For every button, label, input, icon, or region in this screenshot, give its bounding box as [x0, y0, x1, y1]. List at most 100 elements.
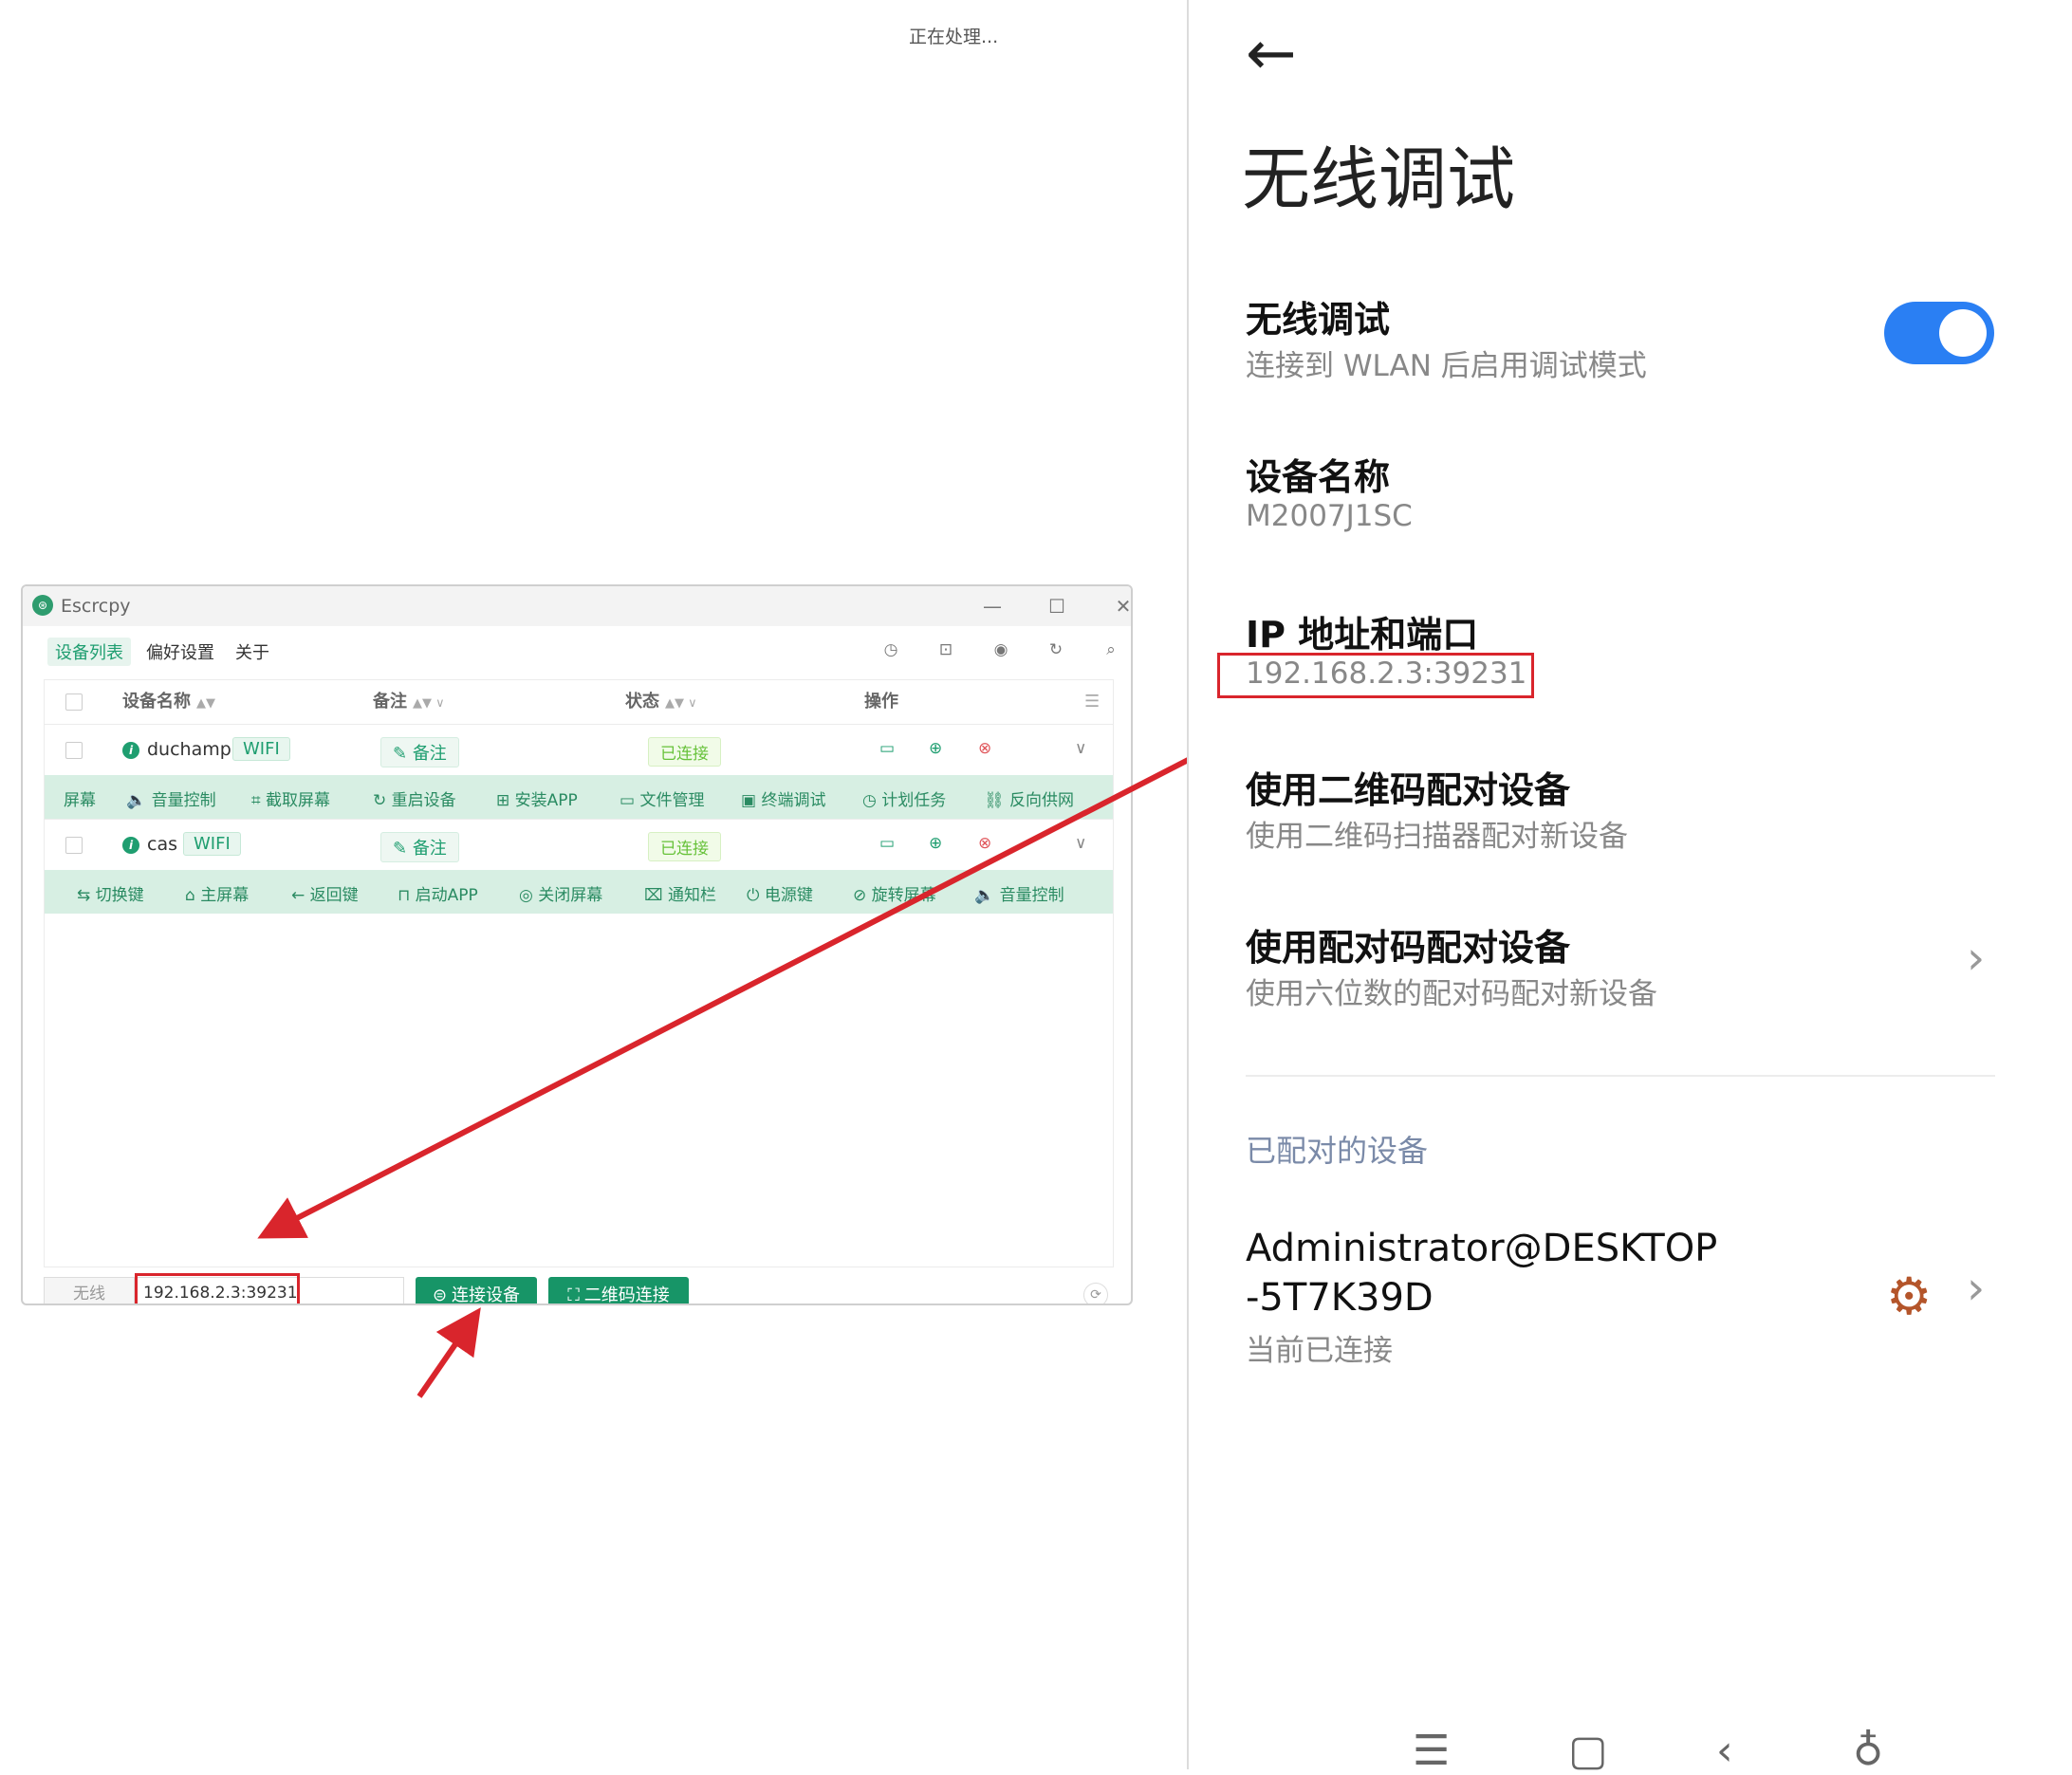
- refresh-icon[interactable]: ↻: [1045, 639, 1066, 660]
- expand-chevron-icon[interactable]: ∨: [1075, 834, 1086, 853]
- toggle-knob: [1939, 309, 1987, 357]
- ip-input[interactable]: [135, 1277, 404, 1304]
- processing-text: 正在处理...: [909, 27, 999, 47]
- select-all-checkbox[interactable]: [65, 693, 83, 711]
- action-terminal[interactable]: ▣ 终端调试: [741, 786, 825, 810]
- tab-about[interactable]: 关于: [228, 638, 277, 666]
- home-nav-icon[interactable]: ▢: [1568, 1727, 1608, 1775]
- info-icon: i: [122, 837, 139, 854]
- minimize-button[interactable]: —: [971, 590, 1013, 622]
- action-file-manager[interactable]: ▭ 文件管理: [620, 786, 704, 810]
- action-back[interactable]: ← 返回键: [291, 881, 359, 905]
- status-badge: 已连接: [648, 737, 721, 767]
- action-screen[interactable]: 屏幕: [64, 786, 96, 810]
- device-table: 设备名称 ▲▼ 备注 ▲▼ ∨ 状态 ▲▼ ∨ 操作 ☰ i duchamp WIFI…: [44, 679, 1114, 1267]
- row-checkbox[interactable]: [65, 742, 83, 759]
- wireless-debug-title: 无线调试: [1246, 299, 1391, 341]
- history-icon[interactable]: ◷: [880, 639, 901, 660]
- back-arrow-icon[interactable]: ←: [1246, 19, 1297, 89]
- action-volume[interactable]: 🔈 音量控制: [126, 786, 216, 810]
- chevron-right-icon[interactable]: ›: [1967, 932, 1985, 985]
- row-checkbox[interactable]: [65, 837, 83, 854]
- connect-device-button[interactable]: ⊜ 连接设备: [416, 1277, 537, 1304]
- remark-button[interactable]: ✎ 备注: [380, 832, 459, 862]
- status-badge: 已连接: [648, 832, 721, 861]
- paired-device-name-line1: Administrator@DESKTOP: [1246, 1227, 1718, 1270]
- add-icon[interactable]: ⊕: [929, 739, 942, 758]
- action-reboot[interactable]: ↻ 重启设备: [373, 786, 456, 810]
- maximize-button[interactable]: ☐: [1036, 590, 1078, 622]
- code-pair-title[interactable]: 使用配对码配对设备: [1246, 918, 1570, 971]
- device-action-bar: 屏幕 🔈 音量控制 ⌗ 截取屏幕 ↻ 重启设备 ⊞ 安装APP ▭ 文件管理 ▣…: [45, 775, 1113, 819]
- close-button[interactable]: ✕: [1102, 590, 1131, 622]
- mirror-icon[interactable]: ▭: [879, 739, 895, 758]
- action-install-app[interactable]: ⊞ 安装APP: [496, 786, 578, 810]
- disconnect-icon[interactable]: ⊗: [978, 834, 991, 853]
- action-power[interactable]: ⏻ 电源键: [747, 881, 813, 905]
- refresh-icon[interactable]: ⟳: [1083, 1283, 1108, 1304]
- paired-device-status: 当前已连接: [1246, 1334, 1393, 1368]
- device-name: cas: [147, 834, 177, 855]
- connect-bar: 无线 ⊜ 连接设备 ⛶ 二维码连接 ⟳: [23, 1267, 1131, 1304]
- device-type-tag: WIFI: [232, 737, 290, 761]
- paired-device-name[interactable]: Administrator@DESKTOP -5T7K39D: [1246, 1224, 1758, 1322]
- tab-preferences[interactable]: 偏好设置: [139, 638, 222, 666]
- assistant-nav-icon[interactable]: ♁: [1853, 1727, 1883, 1775]
- column-header-remark[interactable]: 备注 ▲▼ ∨: [373, 680, 445, 724]
- device-action-bar: ⇆ 切换键 ⌂ 主屏幕 ← 返回键 ⊓ 启动APP ◎ 关闭屏幕 ⌧ 通知栏 ⏻…: [45, 870, 1113, 914]
- device-name-title: 设备名称: [1246, 456, 1391, 498]
- action-screenshot[interactable]: ⌗ 截取屏幕: [251, 786, 330, 810]
- phone-settings-panel: ← 无线调试 无线调试 连接到 WLAN 后启用调试模式 设备名称 M2007J…: [1189, 0, 2072, 1775]
- paired-devices-header: 已配对的设备: [1246, 1133, 1429, 1169]
- action-rotate[interactable]: ⊘ 旋转屏幕: [853, 881, 936, 905]
- action-volume[interactable]: 🔈 音量控制: [974, 881, 1064, 905]
- escrcpy-window: ⊛ Escrcpy — ☐ ✕ 设备列表 偏好设置 关于 ◷ ⊡ ◉ ↻ ⌕ 设…: [21, 584, 1133, 1305]
- remark-button[interactable]: ✎ 备注: [380, 737, 459, 767]
- device-name-value: M2007J1SC: [1246, 499, 1413, 533]
- qr-pair-subtitle: 使用二维码扫描器配对新设备: [1246, 820, 1628, 854]
- action-screen-off[interactable]: ◎ 关闭屏幕: [519, 881, 602, 905]
- annotation-arrow-connect: [416, 1307, 481, 1398]
- divider-line: [1246, 1075, 1995, 1077]
- gear-icon[interactable]: ⚙: [1886, 1267, 1932, 1326]
- ip-port-title: IP 地址和端口: [1246, 614, 1479, 656]
- paired-device-name-line2: -5T7K39D: [1246, 1276, 1434, 1320]
- table-row: i cas WIFI ✎ 备注 已连接 ▭ ⊕ ⊗ ∨: [45, 819, 1113, 871]
- search-icon[interactable]: ⌕: [1101, 639, 1121, 660]
- tab-device-list[interactable]: 设备列表: [47, 638, 131, 666]
- back-nav-icon[interactable]: ‹: [1716, 1727, 1733, 1775]
- disconnect-icon[interactable]: ⊗: [978, 739, 991, 758]
- device-type-tag: WIFI: [183, 832, 241, 856]
- action-schedule[interactable]: ◷ 计划任务: [862, 786, 946, 810]
- ip-highlight-box: [1217, 653, 1534, 698]
- menu-nav-icon[interactable]: ☰: [1413, 1727, 1450, 1775]
- qr-connect-button[interactable]: ⛶ 二维码连接: [548, 1277, 689, 1304]
- action-reverse-tether[interactable]: ⛓ 反向供网: [984, 786, 1074, 810]
- action-launch-app[interactable]: ⊓ 启动APP: [398, 881, 478, 905]
- table-row: i duchamp WIFI ✎ 备注 已连接 ▭ ⊕ ⊗ ∨: [45, 724, 1113, 776]
- chevron-right-icon[interactable]: ›: [1967, 1262, 1985, 1315]
- column-header-name[interactable]: 设备名称 ▲▼: [122, 680, 215, 724]
- device-name: duchamp: [147, 739, 231, 760]
- wireless-debug-toggle[interactable]: [1884, 302, 1994, 364]
- eye-icon[interactable]: ◉: [990, 639, 1011, 660]
- menu-bar: 设备列表 偏好设置 关于 ◷ ⊡ ◉ ↻ ⌕: [23, 626, 1131, 672]
- column-header-status[interactable]: 状态 ▲▼ ∨: [625, 680, 697, 724]
- connection-mode-label: 无线: [44, 1277, 135, 1304]
- action-switch-key[interactable]: ⇆ 切换键: [77, 881, 144, 905]
- app-logo-icon: ⊛: [32, 595, 53, 616]
- mirror-icon[interactable]: ▭: [879, 834, 895, 853]
- action-home[interactable]: ⌂ 主屏幕: [185, 881, 249, 905]
- page-title: 无线调试: [1242, 139, 1516, 219]
- column-settings-icon[interactable]: ☰: [1084, 680, 1100, 724]
- terminal-icon[interactable]: ⊡: [935, 639, 956, 660]
- qr-pair-title[interactable]: 使用二维码配对设备: [1246, 761, 1570, 813]
- column-header-ops: 操作: [864, 692, 898, 712]
- info-icon: i: [122, 742, 139, 759]
- action-notification[interactable]: ⌧ 通知栏: [644, 881, 716, 905]
- title-bar: ⊛ Escrcpy — ☐ ✕: [23, 586, 1131, 626]
- wireless-debug-subtitle: 连接到 WLAN 后启用调试模式: [1246, 349, 1647, 383]
- expand-chevron-icon[interactable]: ∨: [1075, 739, 1086, 758]
- code-pair-subtitle: 使用六位数的配对码配对新设备: [1246, 977, 1657, 1011]
- add-icon[interactable]: ⊕: [929, 834, 942, 853]
